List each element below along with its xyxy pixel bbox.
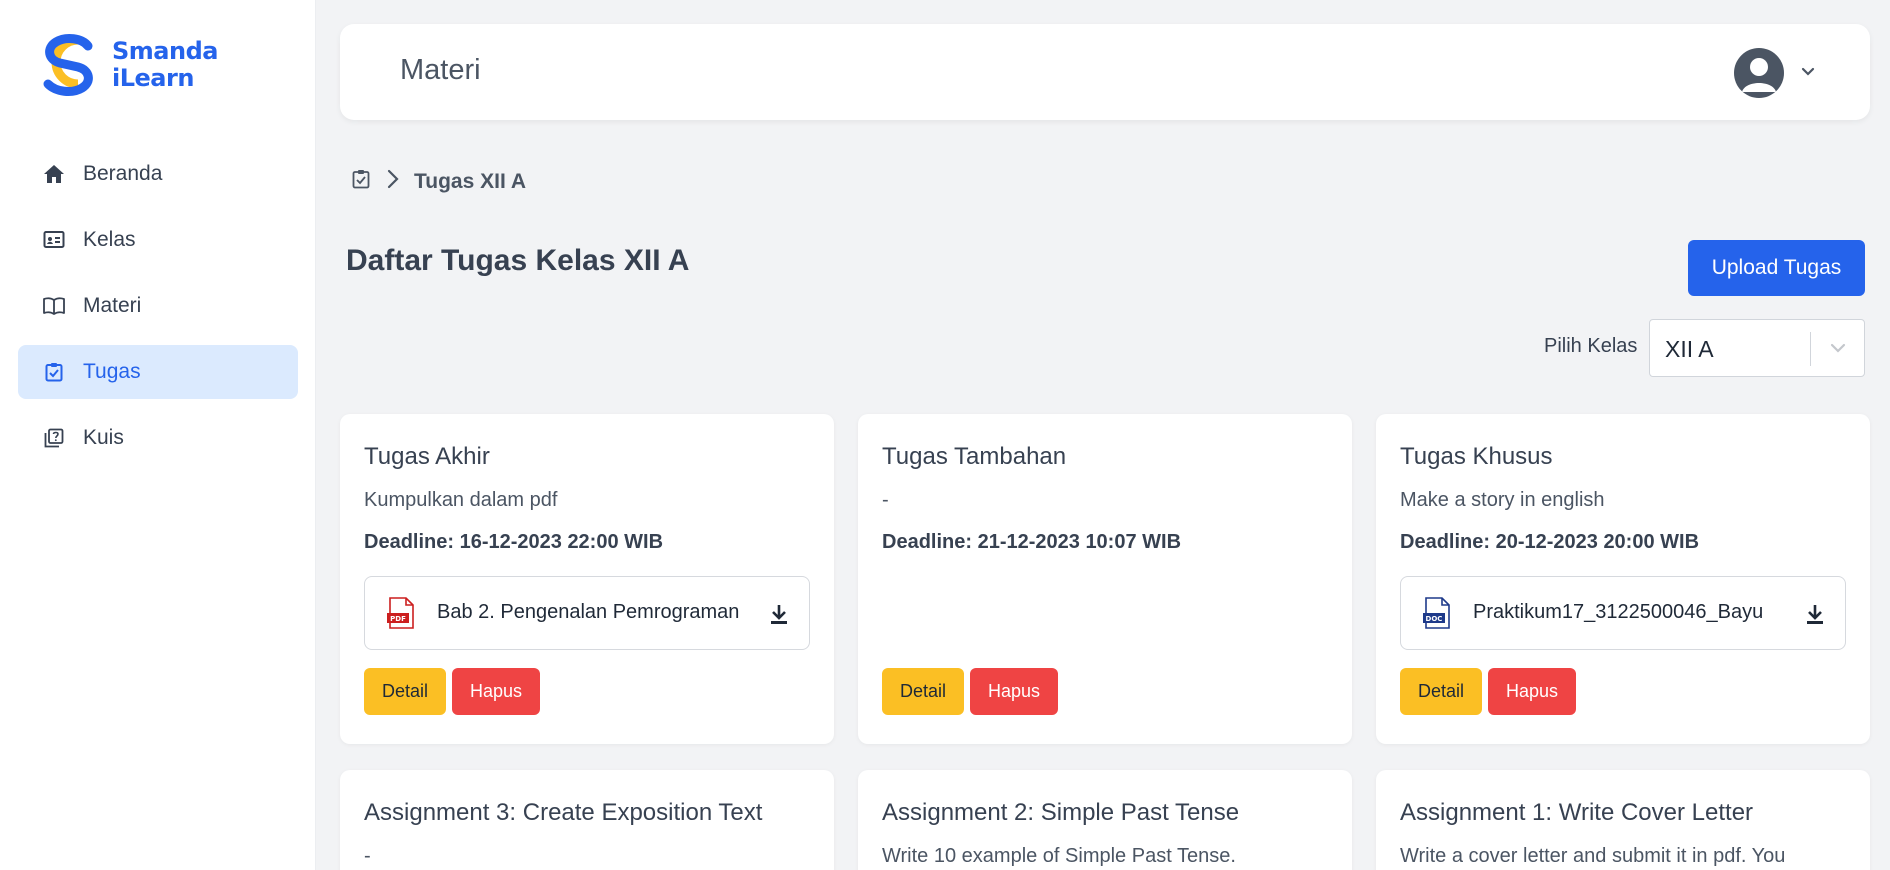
card-description: - [882, 489, 889, 511]
card-description: Write 10 example of Simple Past Tense. [882, 845, 1236, 867]
assignment-card: Tugas Tambahan - Deadline: 21-12-2023 10… [858, 414, 1352, 744]
pdf-file-icon: PDF [387, 597, 415, 634]
chevron-down-icon[interactable] [1828, 338, 1848, 363]
class-select[interactable]: XII A [1649, 319, 1865, 377]
assignment-card: Assignment 1: Write Cover Letter Write a… [1376, 770, 1870, 870]
quiz-icon [42, 426, 66, 450]
upload-tugas-button[interactable]: Upload Tugas [1688, 240, 1865, 296]
detail-button[interactable]: Detail [1400, 668, 1482, 715]
download-icon[interactable] [1805, 603, 1825, 630]
delete-button[interactable]: Hapus [970, 668, 1058, 715]
brand-name-line1: Smanda [112, 37, 218, 65]
svg-text:PDF: PDF [390, 615, 406, 623]
sidebar: Smanda iLearn Beranda Kelas Materi Tugas… [0, 0, 316, 870]
card-title: Assignment 2: Simple Past Tense [882, 799, 1240, 826]
attachment-file-name: Bab 2. Pengenalan Pemrograman [437, 601, 740, 623]
breadcrumb: Tugas XII A [352, 168, 526, 195]
sidebar-item-beranda[interactable]: Beranda [18, 147, 298, 201]
download-icon[interactable] [769, 603, 789, 630]
card-deadline: Deadline: 21-12-2023 10:07 WIB [882, 531, 1182, 553]
class-select-value: XII A [1665, 336, 1714, 362]
user-avatar-icon[interactable] [1734, 48, 1784, 98]
card-description: Kumpulkan dalam pdf [364, 489, 558, 511]
sidebar-item-tugas[interactable]: Tugas [18, 345, 298, 399]
delete-button[interactable]: Hapus [1488, 668, 1576, 715]
card-description: - [364, 845, 371, 867]
sidebar-item-label: Materi [83, 294, 142, 317]
detail-button[interactable]: Detail [364, 668, 446, 715]
card-title: Tugas Khusus [1400, 443, 1553, 470]
card-deadline: Deadline: 16-12-2023 22:00 WIB [364, 531, 664, 553]
doc-file-icon: DOC [1423, 597, 1451, 634]
attachment-file[interactable]: PDF Bab 2. Pengenalan Pemrograman [364, 576, 810, 650]
card-title: Tugas Akhir [364, 443, 490, 470]
top-header: Materi [340, 24, 1870, 120]
card-deadline: Deadline: 20-12-2023 20:00 WIB [1400, 531, 1700, 553]
svg-text:DOC: DOC [1426, 615, 1443, 623]
logo-mark-icon [43, 34, 93, 96]
assignment-card: Tugas Akhir Kumpulkan dalam pdf Deadline… [340, 414, 834, 744]
logo-text: Smanda iLearn [112, 38, 218, 92]
sidebar-item-label: Kelas [83, 228, 136, 251]
sidebar-item-kuis[interactable]: Kuis [18, 411, 298, 465]
chevron-right-icon [386, 168, 400, 195]
page-title: Daftar Tugas Kelas XII A [346, 244, 690, 277]
select-divider [1810, 332, 1811, 366]
card-description: Write a cover letter and submit it in pd… [1400, 845, 1786, 867]
sidebar-item-kelas[interactable]: Kelas [18, 213, 298, 267]
brand-name-line2: iLearn [112, 64, 194, 92]
logo[interactable]: Smanda iLearn [38, 32, 218, 98]
assignment-card: Assignment 2: Simple Past Tense Write 10… [858, 770, 1352, 870]
class-board-icon [42, 228, 66, 252]
sidebar-item-label: Beranda [83, 162, 163, 185]
book-open-icon [42, 294, 66, 318]
clipboard-check-icon [42, 360, 66, 384]
delete-button[interactable]: Hapus [452, 668, 540, 715]
chevron-down-icon[interactable] [1798, 62, 1818, 82]
assignment-card: Assignment 3: Create Exposition Text - [340, 770, 834, 870]
card-title: Tugas Tambahan [882, 443, 1067, 470]
sidebar-item-materi[interactable]: Materi [18, 279, 298, 333]
card-title: Assignment 3: Create Exposition Text [364, 799, 763, 826]
breadcrumb-current: Tugas XII A [414, 169, 527, 193]
sidebar-item-label: Tugas [83, 360, 141, 383]
assignment-card: Tugas Khusus Make a story in english Dea… [1376, 414, 1870, 744]
home-icon [42, 162, 66, 186]
attachment-file[interactable]: DOC Praktikum17_3122500046_Bayu [1400, 576, 1846, 650]
sidebar-nav: Beranda Kelas Materi Tugas Kuis [18, 147, 298, 477]
card-description: Make a story in english [1400, 489, 1605, 511]
detail-button[interactable]: Detail [882, 668, 964, 715]
attachment-file-name: Praktikum17_3122500046_Bayu [1473, 601, 1764, 623]
page-header-title: Materi [400, 54, 481, 86]
card-title: Assignment 1: Write Cover Letter [1400, 799, 1754, 826]
sidebar-item-label: Kuis [83, 426, 124, 449]
class-filter-label: Pilih Kelas [1544, 335, 1638, 357]
clipboard-check-icon[interactable] [352, 169, 370, 194]
